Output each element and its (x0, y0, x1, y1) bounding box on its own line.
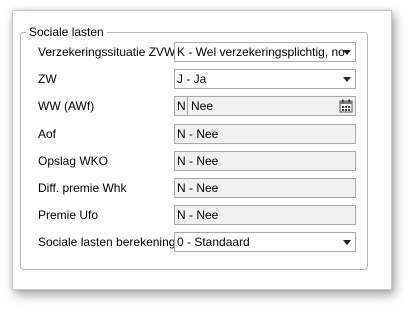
sociale-lasten-berekening-value: 0 - Standaard (177, 235, 250, 249)
calendar-lookup-icon[interactable] (339, 99, 353, 113)
verzekeringssituatie-zvw-select[interactable]: K - Wel verzekeringsplichtig, no (174, 42, 356, 62)
ww-awf-field: N Nee (174, 96, 356, 116)
ww-awf-value: Nee (191, 99, 214, 113)
groupbox-title: Sociale lasten (26, 24, 107, 40)
sociale-lasten-berekening-label: Sociale lasten berekening (38, 235, 176, 249)
opslag-wko-field: N - Nee (174, 151, 356, 171)
chevron-down-icon[interactable] (339, 43, 355, 61)
diff-premie-whk-value: N - Nee (177, 181, 219, 195)
opslag-wko-value: N - Nee (177, 154, 219, 168)
aof-field: N - Nee (174, 124, 356, 144)
premie-ufo-field: N - Nee (174, 205, 356, 225)
premie-ufo-value: N - Nee (177, 208, 219, 222)
zw-label: ZW (38, 72, 57, 86)
chevron-down-icon[interactable] (339, 233, 355, 251)
verzekeringssituatie-zvw-value: K - Wel verzekeringsplichtig, no (177, 45, 345, 59)
ww-awf-label: WW (AWf) (38, 99, 95, 113)
zw-value: J - Ja (177, 72, 207, 86)
aof-value: N - Nee (177, 127, 219, 141)
diff-premie-whk-field: N - Nee (174, 178, 356, 198)
chevron-down-icon[interactable] (339, 70, 355, 88)
verzekeringssituatie-zvw-label: Verzekeringssituatie ZVW (38, 45, 176, 59)
zw-select[interactable]: J - Ja (174, 69, 356, 89)
aof-label: Aof (38, 127, 57, 141)
sociale-lasten-berekening-select[interactable]: 0 - Standaard (174, 232, 356, 252)
ww-awf-code: N (175, 97, 188, 115)
opslag-wko-label: Opslag WKO (38, 154, 109, 168)
diff-premie-whk-label: Diff. premie Whk (38, 181, 127, 195)
premie-ufo-label: Premie Ufo (38, 208, 99, 222)
